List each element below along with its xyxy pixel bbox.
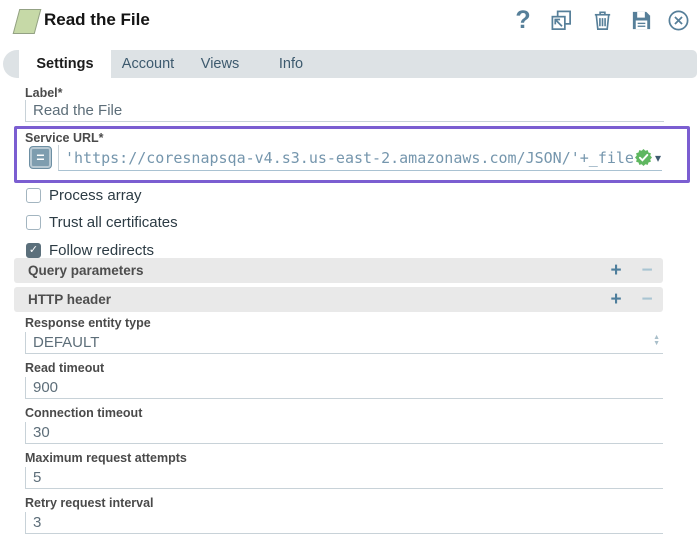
- expand-icon: [550, 9, 574, 32]
- remove-row-icon[interactable]: −: [640, 260, 654, 282]
- add-row-icon[interactable]: +: [609, 289, 623, 311]
- trust-all-certificates-checkbox[interactable]: [26, 215, 41, 230]
- checkbox-row-trust-certificates: Trust all certificates: [26, 213, 178, 231]
- field-read-timeout: Read timeout 900: [25, 361, 663, 399]
- service-url-value: 'https://coresnapsqa-v4.s3.us-east-2.ama…: [65, 149, 634, 167]
- tab-bar: Settings Account Views Info: [3, 50, 697, 78]
- tab-views[interactable]: Views: [191, 50, 249, 78]
- retry-request-interval-input[interactable]: 3: [25, 512, 663, 534]
- remove-row-icon[interactable]: −: [640, 289, 654, 311]
- section-http-header[interactable]: HTTP header + −: [14, 287, 663, 312]
- delete-button[interactable]: [591, 8, 615, 32]
- read-timeout-input[interactable]: 900: [25, 377, 663, 399]
- section-query-parameters[interactable]: Query parameters + −: [14, 258, 663, 283]
- field-label: Retry request interval: [25, 496, 663, 510]
- help-icon: ?: [511, 8, 535, 32]
- service-url-input[interactable]: 'https://coresnapsqa-v4.s3.us-east-2.ama…: [58, 145, 662, 171]
- response-entity-type-select[interactable]: DEFAULT ▲ ▼: [25, 332, 663, 354]
- expression-toggle-button[interactable]: =: [29, 146, 52, 169]
- trash-icon: [591, 9, 615, 32]
- close-icon: [667, 9, 691, 32]
- tab-settings[interactable]: Settings: [19, 50, 111, 78]
- follow-redirects-checkbox[interactable]: ✓: [26, 243, 41, 258]
- save-button[interactable]: [630, 8, 654, 32]
- add-row-icon[interactable]: +: [609, 260, 623, 282]
- save-icon: [630, 9, 654, 32]
- snap-icon: [13, 9, 42, 34]
- service-url-label: Service URL*: [25, 131, 104, 145]
- checkbox-row-process-array: Process array: [26, 186, 142, 204]
- field-label: Response entity type: [25, 316, 663, 330]
- field-label: Read timeout: [25, 361, 663, 375]
- field-label: Connection timeout: [25, 406, 663, 420]
- field-maximum-request-attempts: Maximum request attempts 5: [25, 451, 663, 489]
- tab-account[interactable]: Account: [113, 50, 183, 78]
- label-field-input[interactable]: Read the File: [25, 100, 664, 122]
- close-button[interactable]: [667, 8, 691, 32]
- label-field-label: Label*: [25, 86, 63, 100]
- page-title: Read the File: [44, 10, 150, 30]
- help-button[interactable]: ?: [511, 8, 535, 32]
- checkbox-label: Process array: [49, 187, 142, 204]
- expand-button[interactable]: [550, 8, 574, 32]
- field-label: Maximum request attempts: [25, 451, 663, 465]
- section-label: Query parameters: [28, 263, 609, 278]
- section-label: HTTP header: [28, 292, 609, 307]
- suggest-dropdown-icon[interactable]: ▾: [655, 151, 661, 165]
- connection-timeout-input[interactable]: 30: [25, 422, 663, 444]
- checkbox-label: Follow redirects: [49, 242, 154, 259]
- process-array-checkbox[interactable]: [26, 188, 41, 203]
- field-retry-request-interval: Retry request interval 3: [25, 496, 663, 534]
- field-connection-timeout: Connection timeout 30: [25, 406, 663, 444]
- checkbox-row-follow-redirects: ✓ Follow redirects: [26, 241, 154, 259]
- field-response-entity-type: Response entity type DEFAULT ▲ ▼: [25, 316, 663, 354]
- tab-info[interactable]: Info: [265, 50, 317, 78]
- select-spinner-icon[interactable]: ▲ ▼: [653, 335, 660, 347]
- maximum-request-attempts-input[interactable]: 5: [25, 467, 663, 489]
- valid-check-badge-icon: [635, 149, 652, 166]
- checkbox-label: Trust all certificates: [49, 214, 178, 231]
- snap-settings-dialog: Read the File ?: [0, 0, 700, 540]
